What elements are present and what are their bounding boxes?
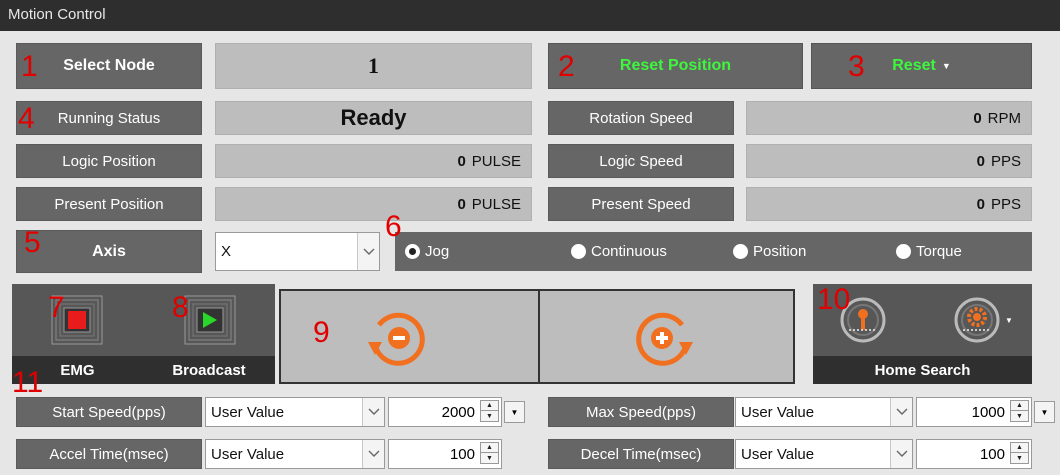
chevron-down-icon[interactable] [362,440,384,468]
running-status-value: Ready [215,101,532,135]
accel-time-mode-value: User Value [211,445,285,463]
mode-jog-label: Jog [425,243,450,260]
decel-time-label: Decel Time(msec) [548,439,734,469]
chevron-down-icon: ▼ [510,407,519,417]
decel-time-value: 100 [979,445,1005,463]
chevron-down-icon[interactable] [362,398,384,426]
home-sensor-icon [840,297,886,343]
logic-position-label: Logic Position [16,144,202,178]
start-speed-spinner[interactable]: 2000 ▲ ▼ [388,397,502,427]
decel-time-spinner[interactable]: 100 ▲ ▼ [916,439,1032,469]
rotate-cw-plus-icon [636,312,693,366]
mode-radio-continuous[interactable]: Continuous [571,243,667,260]
logic-speed-value: 0 PPS [746,144,1032,178]
present-speed-value: 0 PPS [746,187,1032,221]
max-speed-spinner[interactable]: 1000 ▲ ▼ [916,397,1032,427]
chevron-down-icon: ▼ [941,61,951,71]
rotate-ccw-minus-icon [368,312,425,366]
present-speed-label: Present Speed [548,187,734,221]
axis-select[interactable]: X [215,232,380,271]
spinner-arrows-icon[interactable]: ▲ ▼ [1010,400,1029,422]
running-status-label: Running Status [16,101,202,135]
spinner-arrows-icon[interactable]: ▲ ▼ [480,442,499,464]
accel-time-mode-select[interactable]: User Value [205,439,385,469]
jog-cw-button[interactable] [540,291,793,382]
axis-select-value: X [221,243,232,260]
rotation-speed-unit: RPM [987,109,1021,127]
reset-dropdown-button[interactable]: Reset ▼ [811,43,1032,89]
broadcast-label: Broadcast [143,356,275,384]
present-speed-unit: PPS [990,195,1021,213]
start-speed-mode-select[interactable]: User Value [205,397,385,427]
accel-time-spinner[interactable]: 100 ▲ ▼ [388,439,502,469]
home-search-label: Home Search [813,356,1032,384]
max-speed-dropdown-button[interactable]: ▼ [1034,401,1055,423]
rotation-speed-number: 0 [973,109,982,127]
logic-position-value: 0 PULSE [215,144,532,178]
start-speed-label: Start Speed(pps) [16,397,202,427]
max-speed-mode-select[interactable]: User Value [735,397,913,427]
spinner-arrows-icon[interactable]: ▲ ▼ [1010,442,1029,464]
present-position-label: Present Position [16,187,202,221]
start-speed-value: 2000 [441,403,475,421]
rotation-speed-label: Rotation Speed [548,101,734,135]
decel-time-mode-select[interactable]: User Value [735,439,913,469]
mode-radio-jog[interactable]: Jog [405,243,449,260]
mode-radio-torque[interactable]: Torque [896,243,962,260]
radio-icon [896,244,911,259]
logic-position-number: 0 [457,152,466,170]
home-search-button[interactable] [839,296,887,344]
chevron-down-icon[interactable] [357,233,379,270]
chevron-down-icon: ▼ [1005,316,1013,325]
radio-icon [733,244,748,259]
present-position-number: 0 [457,195,466,213]
axis-label: Axis [16,230,202,273]
start-speed-dropdown-button[interactable]: ▼ [504,401,525,423]
select-node-label: Select Node [16,43,202,89]
emg-label: EMG [12,356,143,384]
logic-speed-label: Logic Speed [548,144,734,178]
decel-time-mode-value: User Value [741,445,815,463]
reset-label: Reset [892,57,936,74]
chevron-down-icon[interactable] [890,440,912,468]
stop-icon [51,295,103,345]
emg-button[interactable]: EMG [12,284,143,384]
jog-button-panel [279,289,795,384]
play-icon [184,295,236,345]
max-speed-label: Max Speed(pps) [548,397,734,427]
start-speed-mode-value: User Value [211,403,285,421]
present-position-unit: PULSE [471,195,521,213]
mode-radio-group: Jog Continuous Position Torque [395,232,1032,271]
home-settings-dropdown[interactable]: ▼ [953,296,1015,344]
max-speed-value: 1000 [971,403,1005,421]
accel-time-value: 100 [449,445,475,463]
jog-ccw-button[interactable] [281,291,538,382]
logic-speed-unit: PPS [990,152,1021,170]
max-speed-mode-value: User Value [741,403,815,421]
chevron-down-icon: ▼ [1040,407,1049,417]
rotation-speed-value: 0 RPM [746,101,1032,135]
accel-time-label: Accel Time(msec) [16,439,202,469]
logic-speed-number: 0 [976,152,985,170]
mode-radio-position[interactable]: Position [733,243,806,260]
mode-position-label: Position [753,243,807,260]
radio-icon [571,244,586,259]
mode-torque-label: Torque [916,243,962,260]
present-position-value: 0 PULSE [215,187,532,221]
mode-continuous-label: Continuous [591,243,667,260]
window-title: Motion Control [0,0,1060,31]
logic-position-unit: PULSE [471,152,521,170]
select-node-field[interactable]: 1 [215,43,532,89]
radio-selected-icon [405,244,420,259]
present-speed-number: 0 [976,195,985,213]
broadcast-button[interactable]: Broadcast [143,284,275,384]
home-search-panel: ▼ Home Search [813,284,1032,384]
gear-icon [954,297,1000,343]
chevron-down-icon[interactable] [890,398,912,426]
spinner-arrows-icon[interactable]: ▲ ▼ [480,400,499,422]
reset-position-button[interactable]: Reset Position [548,43,803,89]
